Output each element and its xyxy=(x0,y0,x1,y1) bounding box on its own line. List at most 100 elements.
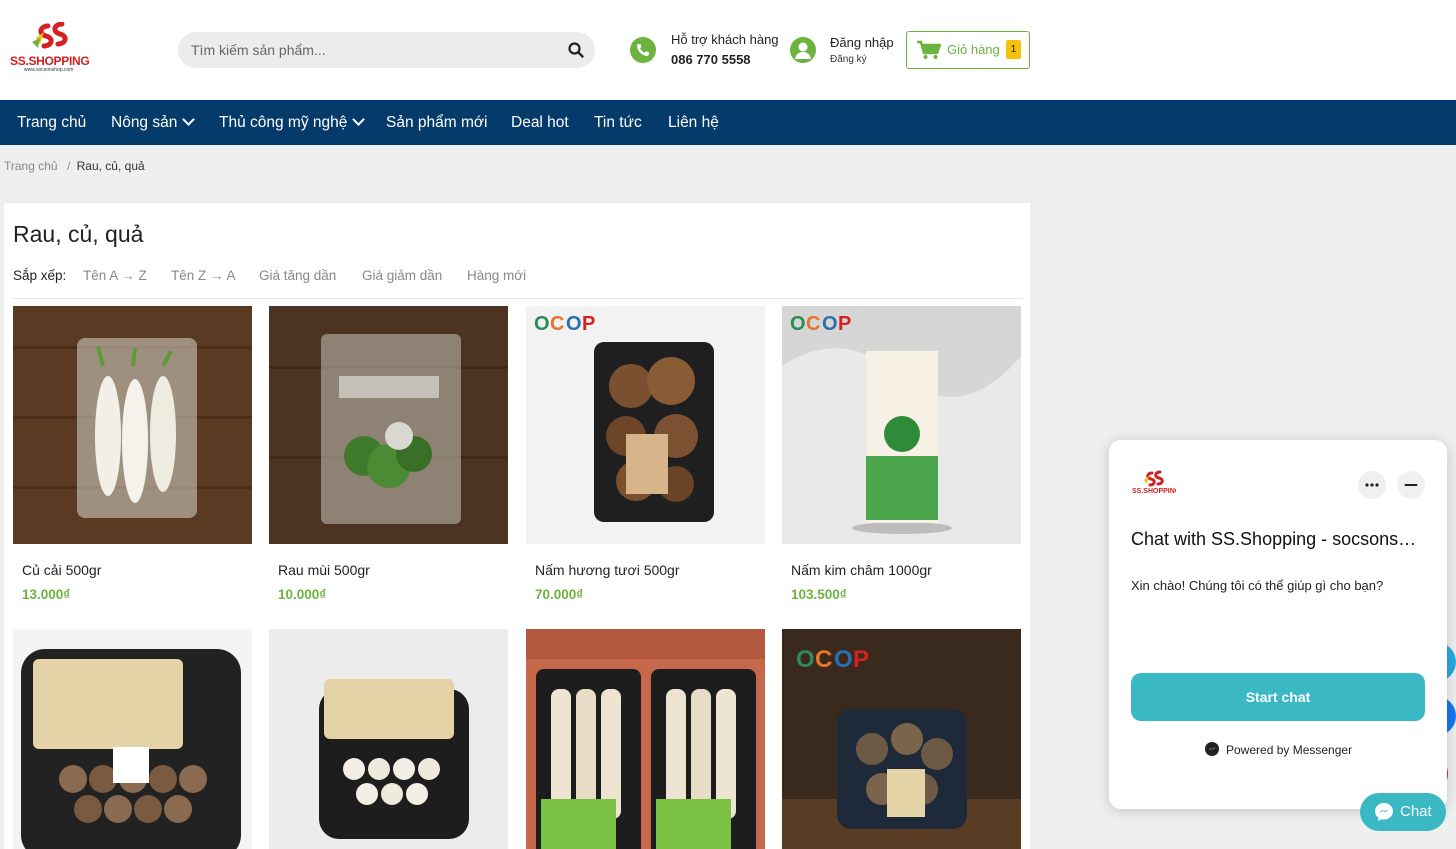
product-image[interactable] xyxy=(269,629,508,849)
product-image[interactable] xyxy=(526,629,765,849)
nav-label: Trang chủ xyxy=(17,114,87,131)
product-card[interactable]: Rau mùi 500gr 10.000₫ xyxy=(269,306,508,606)
page-title: Rau, củ, quả xyxy=(13,221,144,247)
breadcrumb-separator: / xyxy=(66,159,71,173)
chat-minimize-button[interactable] xyxy=(1397,471,1425,499)
svg-text:P: P xyxy=(838,313,851,335)
product-name[interactable]: Rau mùi 500gr xyxy=(278,562,370,578)
cart-label: Giỏ hàng xyxy=(947,42,1000,57)
svg-text:O: O xyxy=(566,313,582,335)
chat-launcher-button[interactable]: Chat xyxy=(1360,793,1446,831)
more-icon xyxy=(1365,483,1379,487)
svg-text:O: O xyxy=(790,313,806,335)
sort-name-desc[interactable]: Tên Z → A xyxy=(171,268,236,283)
user-icon xyxy=(790,37,816,63)
product-card[interactable] xyxy=(269,629,508,849)
svg-text:SS.SHOPPING: SS.SHOPPING xyxy=(1132,488,1176,495)
product-image[interactable] xyxy=(13,629,252,849)
chevron-down-icon xyxy=(352,113,366,126)
svg-text:O: O xyxy=(822,313,838,335)
product-card[interactable]: O C O P Nấm hương tươi 500gr 70.000₫ xyxy=(526,306,765,606)
nav-label: Thủ công mỹ nghệ xyxy=(219,114,348,131)
svg-text:O: O xyxy=(834,646,853,673)
category-content: Rau, củ, quả Sắp xếp: Tên A → Z Tên Z → … xyxy=(4,203,1030,849)
sort-price-desc[interactable]: Giá giảm dần xyxy=(362,268,442,283)
svg-text:P: P xyxy=(582,313,595,335)
register-link[interactable]: Đăng ký xyxy=(830,54,867,65)
product-card[interactable] xyxy=(526,629,765,849)
nav-item-new-products[interactable]: Sản phẩm mới xyxy=(386,100,487,145)
nav-item-deal-hot[interactable]: Deal hot xyxy=(511,100,569,145)
customer-support[interactable]: Hỗ trợ khách hàng 086 770 5558 xyxy=(630,30,790,72)
nav-label: Tin tức xyxy=(594,114,642,131)
support-phone[interactable]: 086 770 5558 xyxy=(671,52,751,67)
chevron-down-icon xyxy=(182,113,196,126)
nav-item-handicraft[interactable]: Thủ công mỹ nghệ xyxy=(219,100,366,145)
nav-item-contact[interactable]: Liên hệ xyxy=(668,100,719,145)
svg-text:C: C xyxy=(815,646,832,673)
main-nav: Trang chủ Nông sản Thủ công mỹ nghệ Sản … xyxy=(0,100,1456,145)
product-price: 10.000₫ xyxy=(278,587,327,602)
product-card[interactable]: O C O P xyxy=(782,629,1021,849)
breadcrumb: Trang chủ / Rau, củ, quả xyxy=(4,159,145,173)
site-logo[interactable]: SS.SHOPPING www.socsonshop.com xyxy=(10,21,100,74)
sort-label: Sắp xếp: xyxy=(13,268,67,283)
product-price: 103.500₫ xyxy=(791,587,847,602)
svg-text:O: O xyxy=(534,313,550,335)
chat-title: Chat with SS.Shopping - socsonshop.com xyxy=(1131,529,1426,549)
search-input[interactable] xyxy=(178,32,538,68)
start-chat-button[interactable]: Start chat xyxy=(1131,673,1425,721)
chat-more-button[interactable] xyxy=(1358,471,1386,499)
chat-greeting: Xin chào! Chúng tôi có thể giúp gì cho b… xyxy=(1131,578,1384,593)
site-header: SS.SHOPPING www.socsonshop.com Hỗ trợ kh… xyxy=(0,0,1456,100)
phone-icon xyxy=(630,37,656,63)
nav-label: Deal hot xyxy=(511,114,569,131)
support-label: Hỗ trợ khách hàng xyxy=(671,32,779,47)
nav-label: Liên hệ xyxy=(668,114,719,131)
messenger-icon xyxy=(1205,742,1219,756)
search-bar xyxy=(178,32,595,68)
logo-mark-icon xyxy=(32,21,68,49)
svg-text:O: O xyxy=(796,646,815,673)
cart-button[interactable]: Giỏ hàng 1 xyxy=(906,31,1030,69)
product-image[interactable]: O C O P xyxy=(782,306,1021,544)
breadcrumb-home[interactable]: Trang chủ xyxy=(4,159,58,173)
chat-panel: SS.SHOPPING Chat with SS.Shopping - socs… xyxy=(1109,440,1447,809)
product-image[interactable]: O C O P xyxy=(526,306,765,544)
product-price: 13.000₫ xyxy=(22,587,71,602)
nav-label: Nông sản xyxy=(111,114,178,131)
nav-item-agriculture[interactable]: Nông sản xyxy=(111,100,196,145)
product-image[interactable] xyxy=(13,306,252,544)
powered-by: Powered by Messenger xyxy=(1205,742,1352,757)
svg-text:C: C xyxy=(806,313,820,335)
sort-bar: Sắp xếp: Tên A → Z Tên Z → A Giá tăng dầ… xyxy=(13,268,526,283)
sort-newest[interactable]: Hàng mới xyxy=(467,268,526,283)
svg-text:C: C xyxy=(550,313,564,335)
sort-price-asc[interactable]: Giá tăng dần xyxy=(259,268,336,283)
svg-text:P: P xyxy=(853,646,869,673)
product-name[interactable]: Nấm hương tươi 500gr xyxy=(535,562,680,578)
product-price: 70.000₫ xyxy=(535,587,584,602)
chat-logo-icon: SS.SHOPPING xyxy=(1132,470,1176,495)
messenger-icon xyxy=(1375,803,1393,821)
minimize-icon xyxy=(1404,484,1418,486)
product-name[interactable]: Nấm kim châm 1000gr xyxy=(791,562,932,578)
product-card[interactable]: Củ cải 500gr 13.000₫ xyxy=(13,306,252,606)
product-card[interactable] xyxy=(13,629,252,849)
account-menu[interactable]: Đăng nhập Đăng ký xyxy=(790,33,900,73)
chat-launcher-label: Chat xyxy=(1400,803,1432,820)
breadcrumb-current: Rau, củ, quả xyxy=(76,159,145,173)
product-image[interactable]: O C O P xyxy=(782,629,1021,849)
search-icon[interactable] xyxy=(567,41,585,59)
nav-item-home[interactable]: Trang chủ xyxy=(17,100,86,145)
logo-subtext: www.socsonshop.com xyxy=(24,67,74,73)
login-link[interactable]: Đăng nhập xyxy=(830,35,894,50)
powered-by-label: Powered by Messenger xyxy=(1226,743,1353,757)
nav-label: Sản phẩm mới xyxy=(386,114,488,131)
product-card[interactable]: O C O P Nấm kim châm 1000gr 103.500₫ xyxy=(782,306,1021,606)
nav-item-news[interactable]: Tin tức xyxy=(594,100,642,145)
product-image[interactable] xyxy=(269,306,508,544)
cart-count-badge: 1 xyxy=(1006,40,1021,59)
product-name[interactable]: Củ cải 500gr xyxy=(22,562,101,578)
sort-name-asc[interactable]: Tên A → Z xyxy=(83,268,147,283)
